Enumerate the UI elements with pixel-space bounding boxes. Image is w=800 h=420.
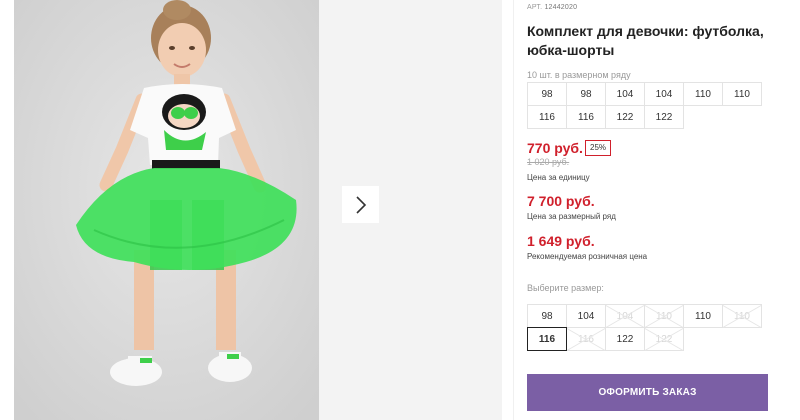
size-option-110: 110 [722,304,762,328]
size-option-122[interactable]: 122 [605,327,645,351]
pack-size-cell: 110 [683,82,723,106]
unit-price: 770 руб. [527,140,583,156]
pack-size-grid: 98 98 104 104 110 110 116 116 122 122 [527,82,762,129]
size-option-98[interactable]: 98 [527,304,567,328]
pack-label: 10 шт. в размерном ряду [527,70,631,80]
gallery-next-button[interactable] [342,186,379,223]
product-photo[interactable] [14,0,319,420]
pack-size-cell: 104 [605,82,645,106]
size-option-122: 122 [644,327,684,351]
sku-label: АРТ. [527,4,543,11]
size-option-116[interactable]: 116 [527,327,567,351]
pack-size-cell: 122 [644,105,684,129]
pack-size-cell: 122 [605,105,645,129]
pack-size-cell: 98 [566,82,606,106]
size-option-104[interactable]: 104 [566,304,606,328]
choose-size-label: Выберите размер: [527,283,604,293]
pack-price: 7 700 руб. [527,193,595,209]
pack-size-cell: 104 [644,82,684,106]
size-option-110[interactable]: 110 [683,304,723,328]
pack-size-cell: 116 [527,105,567,129]
size-option-104: 104 [605,304,645,328]
order-button[interactable]: ОФОРМИТЬ ЗАКАЗ [527,374,768,411]
product-gallery [14,0,502,420]
product-info-panel: АРТ. 12442020 Комплект для девочки: футб… [527,0,777,420]
retail-price-caption: Рекомендуемая розничная цена [527,252,648,261]
girl-outfit-illustration [14,0,319,420]
size-option-116: 116 [566,327,606,351]
divider [513,0,514,420]
size-option-110: 110 [644,304,684,328]
unit-price-caption: Цена за единицу [527,173,590,182]
size-selector: 98 104 104 110 110 110 116 116 122 122 [527,304,762,351]
pack-size-cell: 98 [527,82,567,106]
chevron-right-icon [355,195,366,214]
old-price: 1 020 руб. [527,157,570,167]
pack-price-caption: Цена за размерный ряд [527,212,616,221]
pack-size-cell: 116 [566,105,606,129]
sku-value: 12442020 [544,4,578,11]
discount-badge: 25% [585,140,612,156]
sku: АРТ. 12442020 [527,4,577,11]
retail-price: 1 649 руб. [527,233,595,249]
pack-size-cell: 110 [722,82,762,106]
product-title: Комплект для девочки: футболка, юбка-шор… [527,23,764,58]
